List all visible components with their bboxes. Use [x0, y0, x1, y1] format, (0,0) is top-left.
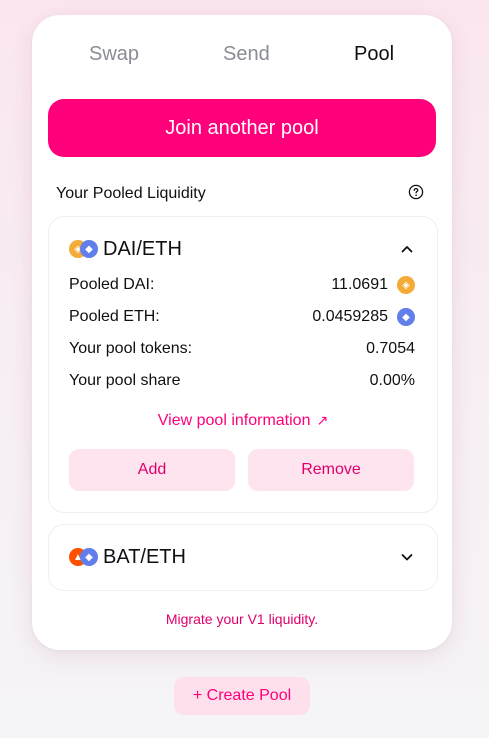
create-pool-button[interactable]: + Create Pool: [174, 677, 310, 715]
stat-label: Pooled DAI:: [69, 276, 155, 293]
remove-liquidity-button[interactable]: Remove: [248, 449, 414, 491]
eth-coin-icon: ◆: [80, 240, 98, 258]
chevron-up-icon[interactable]: [399, 241, 415, 257]
pooled-liquidity-title: Your Pooled Liquidity: [56, 185, 206, 202]
stat-pool-share: Your pool share 0.00%: [69, 372, 415, 390]
question-circle-icon[interactable]: [408, 184, 424, 200]
dai-coin-icon: ◈: [397, 276, 415, 294]
tab-send[interactable]: Send: [223, 43, 270, 66]
stat-label: Pooled ETH:: [69, 308, 160, 325]
pair-name: DAI/ETH: [103, 237, 182, 260]
tab-bar: Swap Send Pool: [32, 15, 452, 95]
migrate-v1-link[interactable]: Migrate your V1 liquidity.: [32, 611, 452, 627]
stat-value: 0.7054: [366, 340, 415, 357]
view-pool-information-link[interactable]: View pool information ↗: [49, 412, 437, 430]
eth-coin-icon: ◆: [397, 308, 415, 326]
stat-label: Your pool share: [69, 372, 181, 389]
stat-label: Your pool tokens:: [69, 340, 193, 357]
add-liquidity-button[interactable]: Add: [69, 449, 235, 491]
pair-token-icons: ▲ ◆: [69, 547, 103, 567]
stat-pool-tokens: Your pool tokens: 0.7054: [69, 340, 415, 358]
stat-pooled-dai: Pooled DAI: 11.0691 ◈: [69, 276, 415, 294]
pool-card: Swap Send Pool Join another pool Your Po…: [32, 15, 452, 650]
stat-value: 0.00%: [369, 372, 415, 389]
tab-swap[interactable]: Swap: [89, 43, 139, 66]
pool-actions: Add Remove: [69, 449, 415, 491]
pair-name: BAT/ETH: [103, 545, 186, 568]
pair-header[interactable]: ▲ ◆ BAT/ETH: [69, 545, 186, 569]
view-pool-information-label: View pool information: [157, 412, 311, 429]
app-root: Swap Send Pool Join another pool Your Po…: [0, 0, 489, 738]
pool-panel-dai-eth: ◈ ◆ DAI/ETH Pooled DAI: 11.0691 ◈ Pooled…: [48, 216, 438, 513]
arrow-up-right-icon: ↗: [316, 412, 329, 428]
pair-token-icons: ◈ ◆: [69, 239, 103, 259]
stat-value: 0.0459285: [312, 308, 388, 325]
tab-pool[interactable]: Pool: [354, 43, 394, 66]
stat-value: 11.0691: [331, 276, 388, 293]
stat-value-wrap: 0.0459285 ◆: [312, 308, 415, 326]
stat-pooled-eth: Pooled ETH: 0.0459285 ◆: [69, 308, 415, 326]
chevron-down-icon[interactable]: [399, 549, 415, 565]
eth-coin-icon: ◆: [80, 548, 98, 566]
pool-panel-bat-eth[interactable]: ▲ ◆ BAT/ETH: [48, 524, 438, 591]
stat-value-wrap: 11.0691 ◈: [331, 276, 415, 294]
join-another-pool-button[interactable]: Join another pool: [48, 99, 436, 157]
pair-header[interactable]: ◈ ◆ DAI/ETH: [69, 237, 182, 261]
